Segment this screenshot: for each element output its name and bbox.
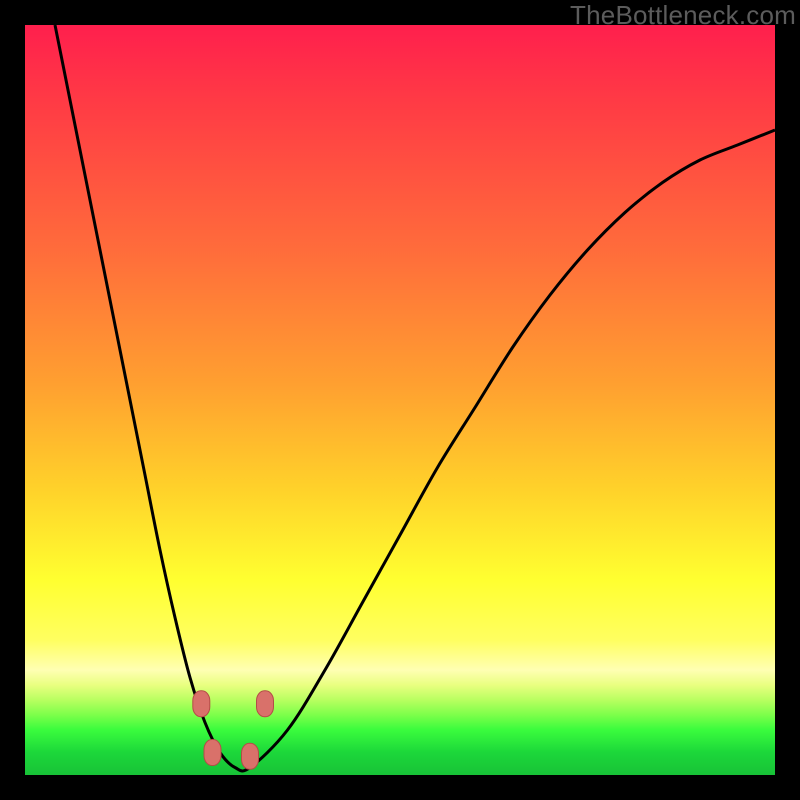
marker-left-lower [204, 740, 221, 766]
chart-frame: TheBottleneck.com [0, 0, 800, 800]
marker-left-upper [193, 691, 210, 717]
plot-area [25, 25, 775, 775]
curve-layer [25, 25, 775, 775]
marker-right-upper [257, 691, 274, 717]
bottleneck-curve [55, 25, 775, 771]
marker-right-lower [242, 743, 259, 769]
